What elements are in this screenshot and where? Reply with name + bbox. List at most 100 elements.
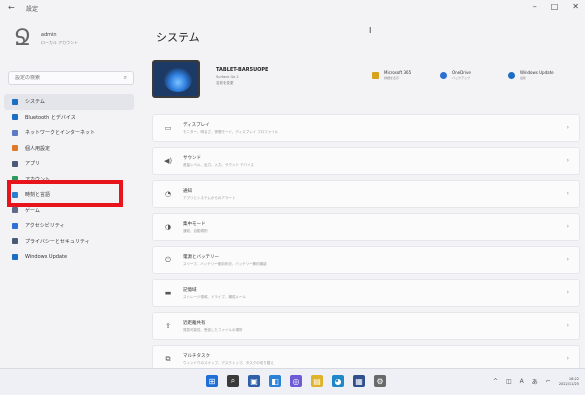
sidebar-item-label: Bluetooth とデバイス xyxy=(25,114,76,121)
nearby-sharing-icon: ⇪ xyxy=(165,322,171,330)
search-icon[interactable]: ⌕ xyxy=(124,74,127,82)
card-subtitle: スリープ、バッテリー使用状況、バッテリー節約機能 xyxy=(183,261,267,266)
edge-icon[interactable]: ◕ xyxy=(332,375,344,387)
store-icon[interactable]: ▦ xyxy=(353,375,365,387)
quick-windows-update[interactable]: Windows Update 最新 xyxy=(508,70,554,80)
quick-onedrive[interactable]: OneDrive バックアップ xyxy=(440,70,471,80)
text-cursor-icon: I xyxy=(369,26,372,35)
privacy-icon xyxy=(12,238,18,245)
personalization-icon xyxy=(12,145,18,152)
device-name: TABLET-BAR5UOPE xyxy=(216,67,269,73)
rename-link[interactable]: 名前を変更 xyxy=(216,81,268,86)
system-tray: ^ ◫ A あ ⌐ 16:22 2022/11/25 xyxy=(493,377,579,386)
chevron-right-icon: › xyxy=(566,190,569,197)
device-model: Surface Go 2 xyxy=(216,75,239,79)
sidebar-item-accessibility[interactable]: アクセシビリティ xyxy=(4,218,134,234)
chat-icon[interactable]: ◎ xyxy=(290,375,302,387)
card-title: 近距離共有 xyxy=(183,320,206,326)
chevron-right-icon: › xyxy=(566,223,569,230)
task-view-icon[interactable]: ▣ xyxy=(248,375,260,387)
multitasking-icon: ⧉ xyxy=(165,354,171,363)
gaming-icon xyxy=(12,207,18,214)
notifications-icon: ◔ xyxy=(164,190,172,198)
chevron-right-icon: › xyxy=(566,256,569,263)
card-subtitle: モニター、明るさ、夜間モード、ディスプレイ プロファイル xyxy=(183,129,279,134)
widgets-icon[interactable]: ◧ xyxy=(269,375,281,387)
settings-card-focus[interactable]: ◑ 集中モード 通知、自動規則 › xyxy=(152,213,580,241)
settings-card-sound[interactable]: ◀) サウンド 音量レベル、出力、入力、サウンド デバイス › xyxy=(152,147,580,175)
quick-text: Windows Update 最新 xyxy=(520,70,554,80)
card-subtitle: 通知、自動規則 xyxy=(183,228,208,233)
settings-icon[interactable]: ⚙ xyxy=(374,375,386,387)
minimize-button[interactable]: – xyxy=(533,2,537,11)
search-input[interactable] xyxy=(15,75,115,81)
chevron-right-icon: › xyxy=(566,124,569,131)
clock[interactable]: 16:22 2022/11/25 xyxy=(559,377,579,386)
display-icon: ▭ xyxy=(164,124,172,132)
user-profile[interactable]: Ջ admin ローカル アカウント xyxy=(14,28,78,50)
card-text: 通知 アプリとシステムからのアラート xyxy=(183,188,235,201)
taskbar: ⊞ ⌕ ▣ ◧ ◎ ▤ ◕ ▦ ⚙ ^ ◫ A あ ⌐ 16:22 2022/11/25 xyxy=(0,368,585,395)
sidebar-item-apps[interactable]: アプリ xyxy=(4,156,134,172)
settings-card-display[interactable]: ▭ ディスプレイ モニター、明るさ、夜間モード、ディスプレイ プロファイル › xyxy=(152,114,580,142)
ime-tray-icon[interactable]: あ xyxy=(532,377,538,386)
settings-card-nearby-sharing[interactable]: ⇪ 近距離共有 発見可能性、受信したファイルの場所 › xyxy=(152,312,580,340)
sidebar-item-label: ネットワークとインターネット xyxy=(25,130,96,137)
settings-search[interactable]: ⌕ xyxy=(8,71,134,85)
tray-overflow-icon[interactable]: ^ xyxy=(493,378,498,385)
sidebar-item-label: アクセシビリティ xyxy=(25,223,65,230)
card-text: 近距離共有 発見可能性、受信したファイルの場所 xyxy=(183,320,243,333)
settings-cards: ▭ ディスプレイ モニター、明るさ、夜間モード、ディスプレイ プロファイル › ◀) サウ… xyxy=(152,114,580,378)
maximize-button[interactable]: □ xyxy=(551,2,559,11)
profile-text: admin ローカル アカウント xyxy=(41,32,78,46)
start-icon[interactable]: ⊞ xyxy=(206,375,218,387)
language-tray-icon[interactable]: A xyxy=(520,378,524,385)
settings-window: ← 設定 – □ ✕ Ջ admin ローカル アカウント ⌕ システム Blue… xyxy=(0,0,585,373)
sound-icon: ◀) xyxy=(163,157,173,165)
settings-card-power[interactable]: ⏻ 電源とバッテリー スリープ、バッテリー使用状況、バッテリー節約機能 › xyxy=(152,246,580,274)
windows-update-icon xyxy=(12,253,18,260)
bluetooth-icon xyxy=(12,114,18,121)
page-title: システム xyxy=(156,31,200,44)
main-content: システム I TABLET-BAR5UOPE Surface Go 2 名前を変… xyxy=(140,18,585,373)
quick-title: Windows Update xyxy=(520,70,554,75)
card-text: 記憶域 ストレージ領域、ドライブ、構成ルール xyxy=(183,287,246,300)
sidebar-item-label: 個人用設定 xyxy=(25,145,51,152)
settings-card-storage[interactable]: ▬ 記憶域 ストレージ領域、ドライブ、構成ルール › xyxy=(152,279,580,307)
card-subtitle: ウィンドウのスナップ、デスクトップ、タスクの切り替え xyxy=(183,360,274,365)
settings-card-notifications[interactable]: ◔ 通知 アプリとシステムからのアラート › xyxy=(152,180,580,208)
onedrive-icon xyxy=(440,71,447,79)
device-thumbnail xyxy=(152,60,200,98)
app-title: 設定 xyxy=(26,6,39,13)
back-arrow-icon[interactable]: ← xyxy=(8,3,15,12)
volume-tray-icon[interactable]: ⌐ xyxy=(546,378,551,385)
sidebar-item-network[interactable]: ネットワークとインターネット xyxy=(4,125,134,141)
close-button[interactable]: ✕ xyxy=(572,2,579,11)
quick-sub: 詳細を表示 xyxy=(384,76,400,80)
accessibility-icon xyxy=(12,222,18,229)
highlight-box xyxy=(7,180,123,207)
sidebar-item-system[interactable]: システム xyxy=(4,94,134,110)
card-title: マルチタスク xyxy=(183,353,210,359)
sidebar-item-windows-update[interactable]: Windows Update xyxy=(4,249,134,265)
quick-microsoft-365[interactable]: Microsoft 365 詳細を表示 xyxy=(372,70,411,80)
chevron-right-icon: › xyxy=(566,157,569,164)
network-tray-icon[interactable]: ◫ xyxy=(506,378,512,385)
quick-title: OneDrive xyxy=(452,70,471,75)
card-subtitle: 発見可能性、受信したファイルの場所 xyxy=(183,327,243,332)
card-title: 集中モード xyxy=(183,221,206,227)
card-text: マルチタスク ウィンドウのスナップ、デスクトップ、タスクの切り替え xyxy=(183,353,274,366)
sidebar-item-personalization[interactable]: 個人用設定 xyxy=(4,141,134,157)
sidebar-item-privacy[interactable]: プライバシーとセキュリティ xyxy=(4,234,134,250)
file-explorer-icon[interactable]: ▤ xyxy=(311,375,323,387)
card-title: サウンド xyxy=(183,155,201,161)
wallpaper-bloom-icon xyxy=(164,68,192,92)
card-title: 電源とバッテリー xyxy=(183,254,219,260)
quick-title: Microsoft 365 xyxy=(384,70,412,75)
quick-text: OneDrive バックアップ xyxy=(452,70,471,80)
sidebar-item-bluetooth[interactable]: Bluetooth とデバイス xyxy=(4,110,134,126)
search-icon[interactable]: ⌕ xyxy=(227,375,239,387)
clock-time: 16:22 xyxy=(568,377,579,381)
device-info: TABLET-BAR5UOPE Surface Go 2 名前を変更 xyxy=(216,67,268,86)
sidebar-item-label: プライバシーとセキュリティ xyxy=(25,238,90,245)
